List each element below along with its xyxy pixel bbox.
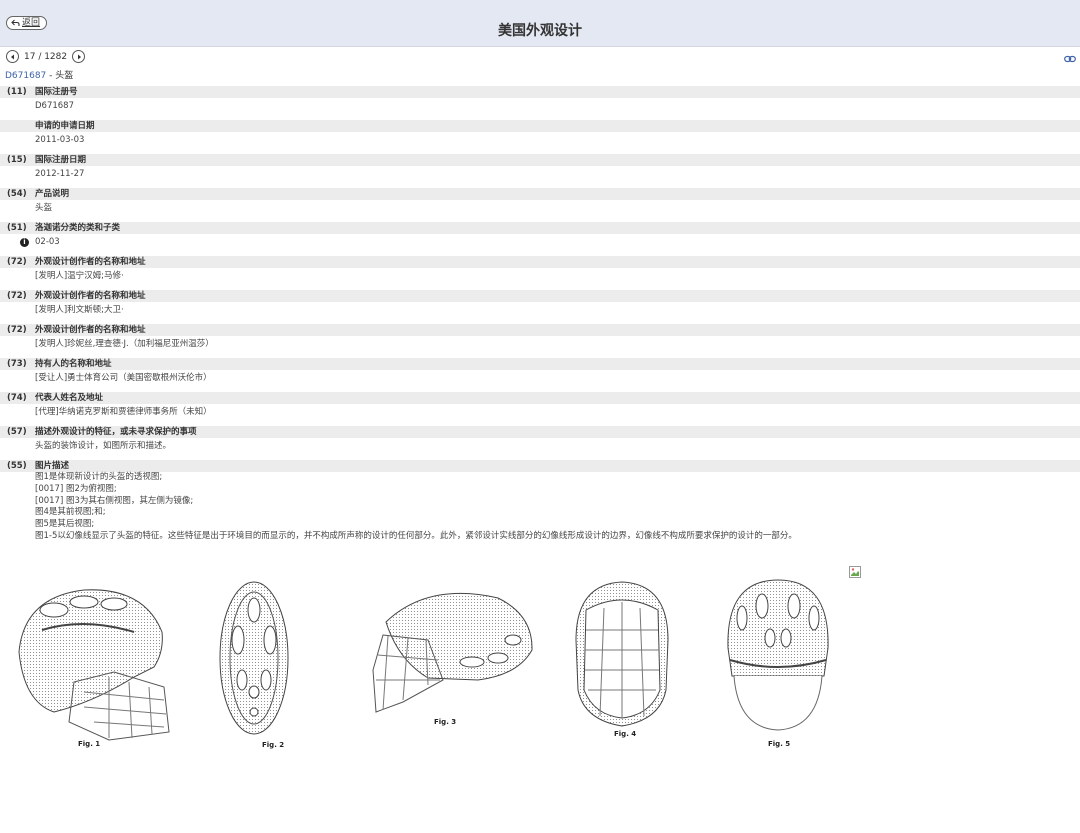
field-label: 外观设计创作者的名称和地址 <box>35 291 146 301</box>
field-header: (11) 国际注册号 <box>0 86 1080 98</box>
field-code <box>0 120 35 132</box>
field-value: [发明人]珍妮丝,理查德·J.（加利福尼亚州温莎） <box>35 339 214 349</box>
field-label: 洛迦诺分类的类和子类 <box>35 223 121 233</box>
field-value: [发明人]温宁汉姆;马修· <box>35 271 124 281</box>
page-title: 美国外观设计 <box>498 23 582 39</box>
figure-5-caption: Fig. 5 <box>768 740 791 748</box>
broken-image-icon <box>849 566 861 578</box>
next-page-button[interactable] <box>72 50 86 63</box>
desc-line: 图1-5以幻像线显示了头盔的特征。这些特征是出于环境目的而显示的，并不构成所声称… <box>35 530 797 541</box>
field-label: 外观设计创作者的名称和地址 <box>35 325 146 335</box>
field-label: 持有人的名称和地址 <box>35 359 112 369</box>
field-code: (55) <box>7 461 27 471</box>
doc-separator: - <box>46 71 56 81</box>
field-code: (74) <box>7 393 27 403</box>
chevron-left-icon <box>10 54 14 59</box>
figure-2-image[interactable] <box>218 580 290 736</box>
field-label: 外观设计创作者的名称和地址 <box>35 257 146 267</box>
figure-3-caption: Fig. 3 <box>434 718 457 726</box>
field-code: (15) <box>7 155 27 165</box>
field-value: 2012-11-27 <box>35 169 85 179</box>
desc-line: [0017] 图3为其右侧视图，其左侧为镜像; <box>35 495 194 506</box>
field-value: 头盔 <box>35 203 53 213</box>
field-code: (11) <box>7 87 27 97</box>
field-value: [代理]华纳诺克罗斯和贾德律师事务所（未知） <box>35 407 212 417</box>
desc-line: 图5是其后视图; <box>35 519 95 530</box>
field-value-with-info: i 02-03 <box>0 234 1080 256</box>
field-header: (72) 外观设计创作者的名称和地址 <box>0 256 1080 268</box>
field-value: D671687 <box>35 101 74 111</box>
prev-page-button[interactable] <box>6 50 19 63</box>
field-code: (54) <box>7 189 27 199</box>
field-label: 国际注册号 <box>35 87 78 97</box>
figure-4-caption: Fig. 4 <box>614 730 637 738</box>
field-label: 国际注册日期 <box>35 155 87 165</box>
desc-line: 图4是其前视图;和; <box>35 507 106 518</box>
info-icon[interactable]: i <box>20 238 29 247</box>
design-figures: Fig. 1 Fig. 2 Fig. 3 Fig. 4 Fig. 5 <box>0 578 1080 758</box>
field-code: (73) <box>7 359 27 369</box>
field-label: 产品说明 <box>35 189 70 199</box>
field-header: (15) 国际注册日期 <box>0 154 1080 166</box>
doc-name: 头盔 <box>55 71 74 81</box>
field-header: (73) 持有人的名称和地址 <box>0 358 1080 370</box>
field-header: (74) 代表人姓名及地址 <box>0 392 1080 404</box>
figure-5-image[interactable] <box>724 578 832 734</box>
figure-4-image[interactable] <box>570 580 674 728</box>
field-code: (57) <box>7 427 27 437</box>
desc-line: 图1是体现新设计的头盔的透视图; <box>35 472 163 482</box>
figure-3-image[interactable] <box>368 580 538 716</box>
figure-description: 图1是体现新设计的头盔的透视图; [0017] 图2为俯视图; [0017] 图… <box>0 472 1080 543</box>
page-counter: 17 / 1282 <box>24 51 68 62</box>
chevron-right-icon <box>77 54 81 59</box>
field-header: (55) 图片描述 <box>0 460 1080 472</box>
doc-number-link[interactable]: D671687 <box>5 71 46 81</box>
field-value: 02-03 <box>35 237 60 247</box>
field-header: (72) 外观设计创作者的名称和地址 <box>0 324 1080 336</box>
field-value: [受让人]勇士体育公司（美国密歇根州沃伦市） <box>35 373 212 383</box>
top-bar: 返回 美国外观设计 <box>0 0 1080 47</box>
field-code: (72) <box>7 291 27 301</box>
field-label: 描述外观设计的特征，或未寻求保护的事项 <box>35 427 197 437</box>
field-header: (72) 外观设计创作者的名称和地址 <box>0 290 1080 302</box>
figure-1-caption: Fig. 1 <box>78 740 101 748</box>
link-icon[interactable] <box>1064 55 1076 63</box>
doc-title-line: D671687 - 头盔 <box>5 68 73 81</box>
figure-1-image[interactable] <box>14 582 174 742</box>
field-code: (72) <box>7 325 27 335</box>
field-value: 2011-03-03 <box>35 135 85 145</box>
field-header: 申请的申请日期 <box>0 120 1080 132</box>
field-header: (57) 描述外观设计的特征，或未寻求保护的事项 <box>0 426 1080 438</box>
field-label: 图片描述 <box>35 461 70 471</box>
desc-line: [0017] 图2为俯视图; <box>35 483 117 494</box>
field-label: 代表人姓名及地址 <box>35 393 104 403</box>
field-header: (54) 产品说明 <box>0 188 1080 200</box>
bibliographic-fields: (11) 国际注册号 D671687 申请的申请日期 2011-03-03 (15… <box>0 86 1080 543</box>
field-value: [发明人]利文斯顿;大卫· <box>35 305 124 315</box>
field-value: 头盔的装饰设计，如图所示和描述。 <box>35 441 172 451</box>
field-code: (72) <box>7 257 27 267</box>
pager: 17 / 1282 <box>6 50 86 63</box>
field-code: (51) <box>7 223 27 233</box>
field-header: (51) 洛迦诺分类的类和子类 <box>0 222 1080 234</box>
figure-2-caption: Fig. 2 <box>262 741 285 749</box>
field-label: 申请的申请日期 <box>35 121 95 131</box>
